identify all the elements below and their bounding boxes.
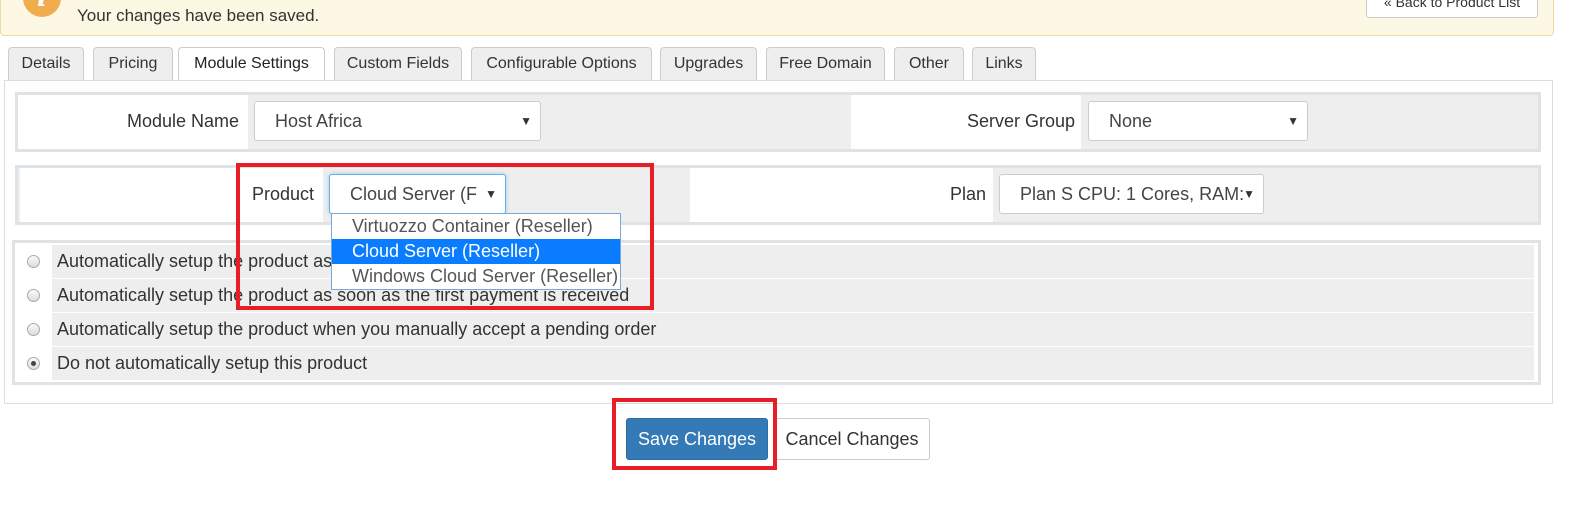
radio-no-auto-setup[interactable]: [27, 357, 40, 370]
radio-on-order[interactable]: [27, 255, 40, 268]
tab-configurable-options[interactable]: Configurable Options: [471, 47, 652, 80]
server-group-label: Server Group: [967, 111, 1076, 131]
server-group-select[interactable]: None ▼: [1088, 101, 1308, 141]
tab-upgrades[interactable]: Upgrades: [660, 47, 757, 80]
plan-select[interactable]: Plan S CPU: 1 Cores, RAM: ▼: [999, 174, 1264, 214]
radio-on-accept[interactable]: [27, 323, 40, 336]
save-highlight-box: [612, 398, 777, 470]
caret-down-icon: ▼: [520, 114, 532, 128]
module-name-label: Module Name: [127, 111, 240, 131]
setup-option-label: Automatically setup the product when you…: [57, 319, 657, 339]
radio-on-payment[interactable]: [27, 289, 40, 302]
tab-details[interactable]: Details: [8, 47, 84, 80]
caret-down-icon: ▼: [1287, 114, 1299, 128]
tab-pricing[interactable]: Pricing: [93, 47, 173, 80]
back-to-product-list-button[interactable]: « Back to Product List: [1366, 0, 1538, 18]
setup-option-row: Do not automatically setup this product: [15, 347, 1537, 380]
caret-down-icon: ▼: [1243, 187, 1255, 201]
tab-free-domain[interactable]: Free Domain: [766, 47, 885, 80]
module-row: [15, 92, 1541, 152]
success-alert: i Your changes have been saved.: [0, 0, 1554, 36]
tab-other[interactable]: Other: [894, 47, 964, 80]
info-icon: i: [23, 0, 61, 17]
cancel-changes-button[interactable]: Cancel Changes: [774, 418, 930, 460]
alert-message: Your changes have been saved.: [77, 6, 320, 25]
plan-label: Plan: [950, 184, 987, 204]
setup-option-row: Automatically setup the product when you…: [15, 313, 1537, 346]
product-highlight-box: [236, 163, 654, 310]
tab-module-settings[interactable]: Module Settings: [178, 47, 325, 82]
tab-custom-fields[interactable]: Custom Fields: [334, 47, 462, 80]
setup-option-label: Do not automatically setup this product: [57, 353, 368, 373]
module-name-select[interactable]: Host Africa ▼: [254, 101, 541, 141]
tab-links[interactable]: Links: [972, 47, 1036, 80]
